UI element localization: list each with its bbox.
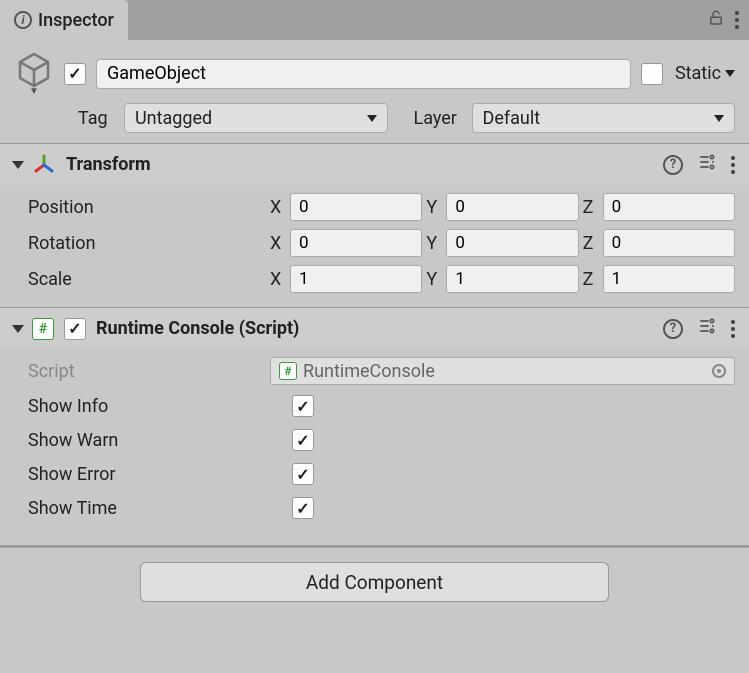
component-enabled-checkbox[interactable] xyxy=(64,318,86,340)
info-icon: i xyxy=(14,11,32,29)
show-info-row: Show Info xyxy=(28,389,735,423)
transform-title: Transform xyxy=(66,154,653,175)
tag-label: Tag xyxy=(78,108,116,129)
active-checkbox[interactable] xyxy=(64,63,86,85)
gameobject-icon[interactable] xyxy=(14,50,54,90)
help-icon[interactable]: ? xyxy=(663,155,683,175)
scale-row: Scale X Y Z xyxy=(28,261,735,297)
show-time-row: Show Time xyxy=(28,491,735,525)
icon-dropdown-icon[interactable]: ▼ xyxy=(29,86,39,97)
scale-z-input[interactable] xyxy=(603,265,735,293)
gameobject-name-input[interactable] xyxy=(96,59,631,89)
runtime-console-component: # Runtime Console (Script) ? Script # Ru… xyxy=(0,307,749,535)
tab-title: Inspector xyxy=(38,10,114,31)
transform-icon xyxy=(32,153,56,177)
script-object-field: # RuntimeConsole xyxy=(270,357,735,385)
chevron-down-icon xyxy=(367,115,377,122)
transform-component: Transform ? Position X Y Z Rotation X Y … xyxy=(0,143,749,307)
tag-dropdown[interactable]: Untagged xyxy=(124,103,388,133)
scale-y-input[interactable] xyxy=(446,265,578,293)
foldout-icon[interactable] xyxy=(12,325,24,333)
show-info-checkbox[interactable] xyxy=(292,395,314,417)
rotation-x-input[interactable] xyxy=(290,229,422,257)
rotation-row: Rotation X Y Z xyxy=(28,225,735,261)
show-warn-row: Show Warn xyxy=(28,423,735,457)
script-icon: # xyxy=(32,318,54,340)
chevron-down-icon xyxy=(725,70,735,77)
static-checkbox[interactable] xyxy=(641,63,663,85)
component-menu-icon[interactable] xyxy=(731,156,735,174)
position-y-input[interactable] xyxy=(446,193,578,221)
preset-icon[interactable] xyxy=(697,316,717,341)
component-menu-icon[interactable] xyxy=(731,320,735,338)
tab-menu-icon[interactable] xyxy=(735,11,739,29)
show-time-checkbox[interactable] xyxy=(292,497,314,519)
layer-dropdown[interactable]: Default xyxy=(472,103,736,133)
foldout-icon[interactable] xyxy=(12,161,24,169)
object-picker-icon[interactable] xyxy=(712,364,726,378)
inspector-tab[interactable]: i Inspector xyxy=(0,0,128,40)
show-warn-checkbox[interactable] xyxy=(292,429,314,451)
show-error-checkbox[interactable] xyxy=(292,463,314,485)
layer-label: Layer xyxy=(414,108,464,129)
runtime-console-header: # Runtime Console (Script) ? xyxy=(0,308,749,349)
script-row: Script # RuntimeConsole xyxy=(28,353,735,389)
static-dropdown[interactable]: Static xyxy=(673,63,735,84)
position-row: Position X Y Z xyxy=(28,189,735,225)
lock-icon[interactable] xyxy=(707,9,725,32)
position-x-input[interactable] xyxy=(290,193,422,221)
script-icon: # xyxy=(279,362,297,380)
tab-bar: i Inspector xyxy=(0,0,749,40)
help-icon[interactable]: ? xyxy=(663,319,683,339)
tag-layer-row: Tag Untagged Layer Default xyxy=(0,99,749,143)
preset-icon[interactable] xyxy=(697,152,717,177)
rotation-z-input[interactable] xyxy=(603,229,735,257)
rotation-y-input[interactable] xyxy=(446,229,578,257)
add-component-button[interactable]: Add Component xyxy=(140,562,609,602)
chevron-down-icon xyxy=(714,115,724,122)
scale-x-input[interactable] xyxy=(290,265,422,293)
gameobject-header: ▼ Static xyxy=(0,40,749,99)
position-z-input[interactable] xyxy=(603,193,735,221)
show-error-row: Show Error xyxy=(28,457,735,491)
transform-header: Transform ? xyxy=(0,144,749,185)
runtime-console-title: Runtime Console (Script) xyxy=(96,318,653,339)
